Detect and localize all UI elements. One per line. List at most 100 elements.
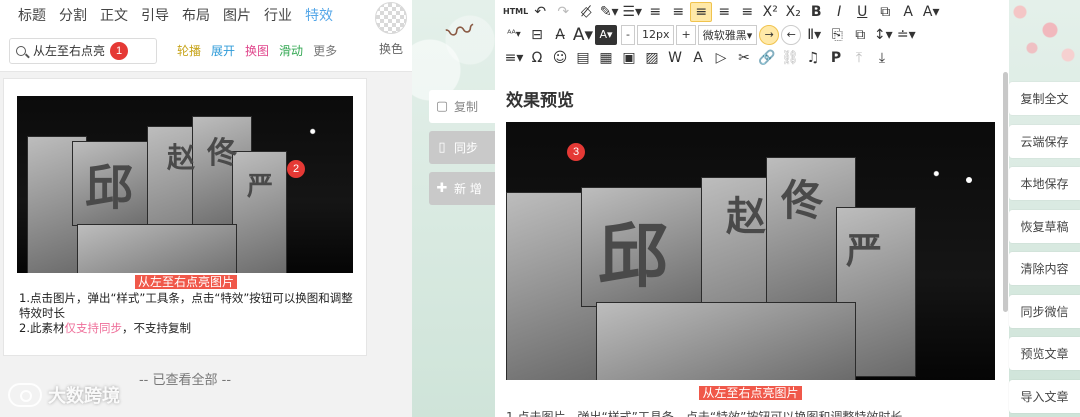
tab-body[interactable]: 正文 [100,5,128,25]
paragraph-spacing-button[interactable]: ↕▾ [872,25,894,45]
font-size-decrease-button[interactable]: - [621,24,635,45]
material-image[interactable]: 邱 赵 佟 严 2 [17,96,353,273]
filter-more[interactable]: 更多 [313,42,337,59]
watermark-text: 大数跨境 [48,386,120,407]
toolbar-row-3: ≡▾ Ω ☺ ▤ ▦ ▣ ▨ W A ▷ ✂ 🔗 ⛓ ♫ P ⤒ ⤓ [495,46,1009,69]
preview-article-button[interactable]: 预览文章 [1009,337,1080,370]
clear-format-button[interactable]: ◇̸ [575,2,597,22]
font-size-value[interactable]: 12px [636,24,675,45]
import-article-button[interactable]: 导入文章 [1009,379,1080,413]
sync-button[interactable]: ▯ 同步 [429,131,495,164]
caption-row: 从左至右点亮图片 [4,275,368,289]
tab-divider[interactable]: 分割 [59,5,87,25]
add-button[interactable]: ✚ 新 增 [429,172,495,205]
table-icon[interactable]: ▦ [595,48,617,68]
html-source-button[interactable]: HTML [503,2,528,22]
strikethrough-button[interactable]: A̶ [549,25,571,45]
text-case-button[interactable]: ᴬᴬ▾ [503,25,525,45]
filter-slide[interactable]: 滑动 [279,42,303,59]
blossom-decoration [1000,0,1080,75]
toolbar-row-1: HTML ↶ ↷ ◇̸ ✎▾ ☰▾ ≡ ≡ ≡ ≡ ≡ X² X₂ B I U … [495,0,1009,23]
sync-wechat-button[interactable]: 同步微信 [1009,294,1080,328]
restore-draft-button[interactable]: 恢复草稿 [1009,209,1080,243]
align-center-button[interactable]: ≡ [690,1,713,22]
special-char-icon[interactable]: Ω [526,48,548,68]
clear-content-button[interactable]: 清除内容 [1009,252,1080,285]
paste-plain-button[interactable]: ⎘ [826,25,848,45]
filter-carousel[interactable]: 轮播 [177,42,201,59]
tab-industry[interactable]: 行业 [264,5,292,25]
subscript-button[interactable]: X₂ [782,2,804,22]
font-size-increase-button[interactable]: + [676,24,696,45]
indent-button[interactable]: ≡ [644,2,666,22]
text-image-icon[interactable]: A [687,48,709,68]
watermark: 大数跨境 [8,382,120,408]
align-right-button[interactable]: ≡ [713,2,735,22]
underline-button[interactable]: U [851,2,873,22]
superscript-button[interactable]: X² [759,2,781,22]
tab-effects[interactable]: 特效 [305,5,333,25]
material-panel: 标题 分割 正文 引导 布局 图片 行业 特效 1 轮播 展开 换图 滑动 更多… [0,0,412,417]
emoji-icon[interactable]: ☺ [549,48,571,68]
background-image-icon[interactable]: ▨ [641,48,663,68]
letter-spacing-button[interactable]: ≐▾ [895,25,917,45]
insert-below-icon[interactable]: ⤓ [871,48,893,68]
editor-scrollbar[interactable] [1003,72,1008,312]
paragraph-icon[interactable]: P [825,48,847,68]
copy-icon: ▢ [435,99,449,114]
local-save-button[interactable]: 本地保存 [1009,167,1080,200]
list-button[interactable]: ≡▾ [503,48,525,68]
columns-button[interactable]: Ⅱ▾ [803,25,825,45]
image-icon[interactable]: ▣ [618,48,640,68]
undo-button[interactable]: ↶ [529,2,551,22]
font-size-large-button[interactable]: A▾ [572,25,594,45]
unlink-icon[interactable]: ⛓ [779,48,801,68]
cleanup-icon[interactable]: ✂ [733,48,755,68]
tab-layout[interactable]: 布局 [182,5,210,25]
text-border-button[interactable]: A [897,2,919,22]
background-color-button[interactable]: A▾ [595,24,617,45]
video-icon[interactable]: ▷ [710,48,732,68]
align-justify-button[interactable]: ≡ [736,2,758,22]
indent-right-icon[interactable]: → [759,24,780,45]
desc-line-2: 2.此素材仅支持同步，不支持复制 [19,321,359,336]
tab-guide[interactable]: 引导 [141,5,169,25]
material-card[interactable]: 邱 赵 佟 严 2 从左至右点亮图片 1.点击图片，弹出“样式”工具条，点击“特… [3,78,367,356]
preview-image[interactable]: 邱 赵 佟 严 3 [506,122,995,380]
tab-image[interactable]: 图片 [223,5,251,25]
insert-above-icon[interactable]: ⤒ [848,48,870,68]
step-badge-1: 1 [110,41,128,60]
align-left-button[interactable]: ≡ [667,2,689,22]
filter-swap-image[interactable]: 换图 [245,42,269,59]
category-tabs: 标题 分割 正文 引导 布局 图片 行业 特效 [0,0,412,30]
link-check-button[interactable]: ⧉ [874,2,896,22]
link-icon[interactable]: 🔗 [756,48,778,68]
word-import-icon[interactable]: W [664,48,686,68]
copy-button[interactable]: ▢ 复制 [429,90,495,123]
search-icon [16,45,26,56]
line-spacing-button[interactable]: ☰▾ [621,2,643,22]
italic-button[interactable]: I [828,2,850,22]
font-family-select[interactable]: 微软雅黑▾ [697,24,758,45]
tab-title[interactable]: 标题 [18,5,46,25]
divider-button[interactable]: ⊟ [526,25,548,45]
redo-button[interactable]: ↷ [552,2,574,22]
music-icon[interactable]: ♫ [802,48,824,68]
bold-button[interactable]: B [805,2,827,22]
cloud-save-button[interactable]: 云端保存 [1009,124,1080,158]
search-input[interactable] [33,43,113,58]
indent-left-icon[interactable]: ← [781,24,802,45]
copy-all-button[interactable]: 复制全文 [1009,82,1080,115]
watermark-logo-icon [8,383,42,407]
add-label: 新 增 [454,182,482,196]
desc-line-1: 1.点击图片，弹出“样式”工具条，点击“特效”按钮可以换图和调整特效时长 [19,291,353,320]
format-painter-button[interactable]: ✎▾ [598,2,620,22]
filter-expand[interactable]: 展开 [211,42,235,59]
template-icon[interactable]: ▤ [572,48,594,68]
copy-format-button[interactable]: ⧉ [849,25,871,45]
swap-color-button[interactable]: 换色 [372,2,410,64]
font-color-button[interactable]: A▾ [920,2,942,22]
desc-line-2-prefix: 2.此素材 [19,321,65,335]
right-action-buttons: 复制全文 云端保存 本地保存 恢复草稿 清除内容 同步微信 预览文章 导入文章 [1009,82,1080,417]
copy-label: 复制 [454,100,479,114]
